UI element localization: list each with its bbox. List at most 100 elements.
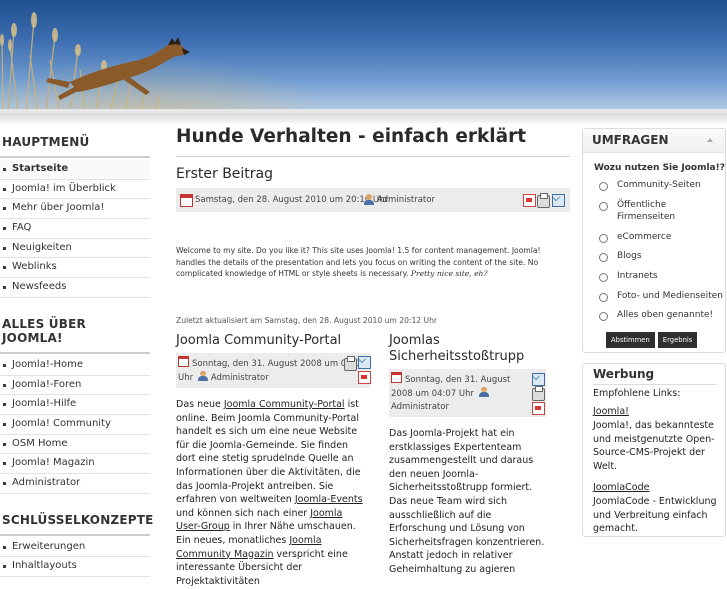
right-sidebar: UMFRAGEN Wozu nutzen Sie Joomla!? Commun… xyxy=(582,128,726,537)
ad-module: Werbung Empfohlene Links: Joomla! Joomla… xyxy=(582,362,726,537)
menu-main: HAUPTMENÜ Startseite Joomla! im Überblic… xyxy=(0,128,150,298)
bullet-icon xyxy=(3,403,6,407)
radio-icon[interactable] xyxy=(599,272,608,282)
ad-link-joomla[interactable]: Joomla! xyxy=(593,406,629,417)
radio-icon[interactable] xyxy=(599,253,608,263)
header-banner xyxy=(0,0,727,113)
user-icon xyxy=(478,387,489,397)
poll-title: UMFRAGEN xyxy=(592,133,669,147)
article-modified: Zuletzt aktualisiert am Samstag, den 28.… xyxy=(176,315,438,325)
article-body: Das Joomla-Projekt hat ein erstklassiges… xyxy=(389,428,545,575)
bullet-icon xyxy=(3,168,6,171)
bullet-icon xyxy=(3,266,6,270)
article-author: Administrator xyxy=(210,373,269,383)
bullet-icon xyxy=(3,246,6,250)
calendar-icon xyxy=(178,356,189,367)
poll-option[interactable]: Community-Seiten xyxy=(583,179,725,192)
menu-item-joomla-community[interactable]: Joomla! Community xyxy=(0,415,150,435)
poll-option[interactable]: eCommerce xyxy=(583,231,725,244)
menu-item-startseite[interactable]: Startseite xyxy=(0,160,150,180)
ad-link-joomlacode[interactable]: JoomlaCode xyxy=(593,482,649,493)
bullet-icon xyxy=(3,462,6,466)
menu-title: SCHLÜSSELKONZEPTE xyxy=(0,506,153,536)
collapse-icon[interactable] xyxy=(707,138,713,142)
article-column-1: Joomla Community-Portal Sonntag, den 31.… xyxy=(176,333,371,588)
menu-item-inhaltlayouts[interactable]: Inhaltlayouts xyxy=(0,557,150,577)
print-icon[interactable] xyxy=(537,193,550,208)
bullet-icon xyxy=(3,422,6,426)
menu-item-joomla-magazin[interactable]: Joomla! Magazin xyxy=(0,454,150,474)
radio-icon[interactable] xyxy=(599,312,608,322)
user-icon xyxy=(197,371,208,381)
menu-item-newsfeeds[interactable]: Newsfeeds xyxy=(0,278,150,298)
link-community-portal[interactable]: Joomla Community-Portal xyxy=(224,399,345,410)
page-title: Hunde Verhalten - einfach erklärt xyxy=(176,126,570,157)
bullet-icon xyxy=(3,286,6,290)
bullet-icon xyxy=(3,383,6,387)
vote-button[interactable]: Abstimmen xyxy=(606,331,655,348)
poll-option[interactable]: Alles oben genannte! xyxy=(583,309,725,322)
calendar-icon xyxy=(391,372,402,383)
print-icon[interactable] xyxy=(344,356,357,371)
menu-item-mehr[interactable]: Mehr über Joomla! xyxy=(0,199,150,220)
radio-icon[interactable] xyxy=(599,292,608,302)
radio-icon[interactable] xyxy=(599,233,608,243)
print-icon[interactable] xyxy=(532,386,545,401)
bullet-icon xyxy=(3,187,6,191)
left-sidebar: HAUPTMENÜ Startseite Joomla! im Überblic… xyxy=(0,128,153,589)
main-content: Hunde Verhalten - einfach erklärt Erster… xyxy=(176,126,570,325)
bullet-icon xyxy=(3,481,6,485)
article-title[interactable]: Erster Beitrag xyxy=(176,166,570,182)
menu-item-erweiterungen[interactable]: Erweiterungen xyxy=(0,538,150,558)
email-icon[interactable] xyxy=(552,194,565,207)
poll-option[interactable]: Blogs xyxy=(583,250,725,263)
article-date: Samstag, den 28. August 2010 um 20:10 Uh… xyxy=(195,195,389,205)
article-title[interactable]: Joomlas Sicherheitsstoßtrupp xyxy=(389,333,546,365)
article-author: Administrator xyxy=(391,402,449,412)
menu-item-faq[interactable]: FAQ xyxy=(0,219,150,239)
menu-title: HAUPTMENÜ xyxy=(0,128,150,158)
ad-intro: Empfohlene Links: xyxy=(593,387,681,399)
article-meta: Sonntag, den 31. August 2008 um 04:07 Uh… xyxy=(176,353,371,388)
article-intro: Welcome to my site. Do you like it? This… xyxy=(176,246,541,278)
poll-question: Wozu nutzen Sie Joomla!? xyxy=(594,163,725,173)
article-title[interactable]: Joomla Community-Portal xyxy=(176,333,370,349)
menu-item-administrator[interactable]: Administrator xyxy=(0,474,150,494)
poll-option[interactable]: Öffentliche Firmenseiten xyxy=(583,199,725,224)
calendar-icon xyxy=(180,194,193,207)
pdf-icon[interactable] xyxy=(358,371,371,384)
results-button[interactable]: Ergebnis xyxy=(657,331,698,348)
article-meta: Samstag, den 28. August 2010 um 20:10 Uh… xyxy=(176,188,570,212)
menu-concepts: SCHLÜSSELKONZEPTE Erweiterungen Inhaltla… xyxy=(0,506,153,577)
menu-item-joomla-home[interactable]: Joomla!-Home xyxy=(0,356,150,376)
pdf-icon[interactable] xyxy=(523,194,536,207)
email-icon[interactable] xyxy=(358,356,371,369)
pdf-icon[interactable] xyxy=(532,402,545,415)
menu-item-osm-home[interactable]: OSM Home xyxy=(0,435,150,455)
bullet-icon xyxy=(3,565,6,569)
ad-title: Werbung xyxy=(593,364,717,385)
article-column-2: Joomlas Sicherheitsstoßtrupp Sonntag, de… xyxy=(389,333,546,577)
article-author: Administrator xyxy=(377,195,435,205)
poll-header[interactable]: UMFRAGEN xyxy=(583,129,725,153)
radio-icon[interactable] xyxy=(599,182,608,191)
poll-option[interactable]: Intranets xyxy=(583,270,725,283)
article-date: Sonntag, den 31. August 2008 um 04:07 Uh… xyxy=(391,375,511,399)
link-joomla-events[interactable]: Joomla-Events xyxy=(295,494,363,505)
bullet-icon xyxy=(3,207,6,211)
email-icon[interactable] xyxy=(532,373,545,386)
menu-item-joomla-hilfe[interactable]: Joomla!-Hilfe xyxy=(0,395,150,415)
poll-module: UMFRAGEN Wozu nutzen Sie Joomla!? Commun… xyxy=(582,128,726,353)
menu-title: ALLES ÜBER JOOMLA! xyxy=(0,310,150,354)
menu-item-joomla-foren[interactable]: Joomla!-Foren xyxy=(0,376,150,396)
user-icon xyxy=(364,194,374,205)
menu-item-neuigkeiten[interactable]: Neuigkeiten xyxy=(0,239,150,259)
menu-item-ueberblick[interactable]: Joomla! im Überblick xyxy=(0,180,150,200)
menu-joomla: ALLES ÜBER JOOMLA! Joomla!-Home Joomla!-… xyxy=(0,310,150,494)
menu-item-weblinks[interactable]: Weblinks xyxy=(0,258,150,279)
bullet-icon xyxy=(3,545,6,549)
radio-icon[interactable] xyxy=(599,201,608,211)
ad-desc: Joomla!, das bekannteste und meistgenutz… xyxy=(593,419,715,472)
poll-option[interactable]: Foto- und Medienseiten xyxy=(583,290,725,303)
article-body: Das neue Joomla Community-Portal ist onl… xyxy=(176,399,363,587)
